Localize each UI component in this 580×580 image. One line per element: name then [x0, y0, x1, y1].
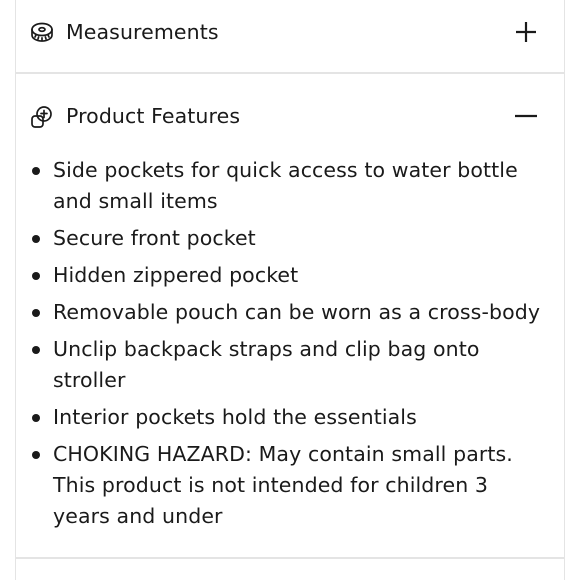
feature-text: Secure front pocket: [53, 226, 256, 250]
feature-text: Side pockets for quick access to water b…: [53, 158, 518, 213]
features-section-header[interactable]: Product Features: [16, 96, 564, 136]
measuring-tape-icon: [29, 20, 55, 46]
list-item: Interior pockets hold the essentials: [31, 402, 551, 433]
list-item: CHOKING HAZARD: May contain small parts.…: [31, 439, 551, 532]
features-list: Side pockets for quick access to water b…: [31, 155, 551, 538]
measurements-section-header[interactable]: Measurements: [16, 12, 564, 52]
product-details-accordion: Measurements Product Features Side pocke…: [15, 0, 565, 580]
bullet-icon: [32, 309, 40, 317]
bullet-icon: [32, 451, 40, 459]
section-divider: [16, 72, 564, 74]
minus-icon: [515, 114, 537, 118]
feature-text: Unclip backpack straps and clip bag onto…: [53, 337, 480, 392]
list-item: Hidden zippered pocket: [31, 260, 551, 291]
list-item: Removable pouch can be worn as a cross-b…: [31, 297, 551, 328]
product-features-icon: [29, 104, 55, 130]
list-item: Secure front pocket: [31, 223, 551, 254]
collapse-features-button[interactable]: [512, 102, 540, 130]
feature-text: CHOKING HAZARD: May contain small parts.…: [53, 442, 513, 528]
measurements-title: Measurements: [66, 20, 219, 44]
list-item: Unclip backpack straps and clip bag onto…: [31, 334, 551, 396]
bullet-icon: [32, 235, 40, 243]
feature-text: Removable pouch can be worn as a cross-b…: [53, 300, 541, 324]
section-divider: [16, 557, 564, 559]
bullet-icon: [32, 167, 40, 175]
bullet-icon: [32, 414, 40, 422]
features-title: Product Features: [66, 104, 241, 128]
plus-icon: [516, 22, 536, 42]
expand-measurements-button[interactable]: [512, 18, 540, 46]
list-item: Side pockets for quick access to water b…: [31, 155, 551, 217]
feature-text: Hidden zippered pocket: [53, 263, 299, 287]
bullet-icon: [32, 346, 40, 354]
bullet-icon: [32, 272, 40, 280]
feature-text: Interior pockets hold the essentials: [53, 405, 417, 429]
